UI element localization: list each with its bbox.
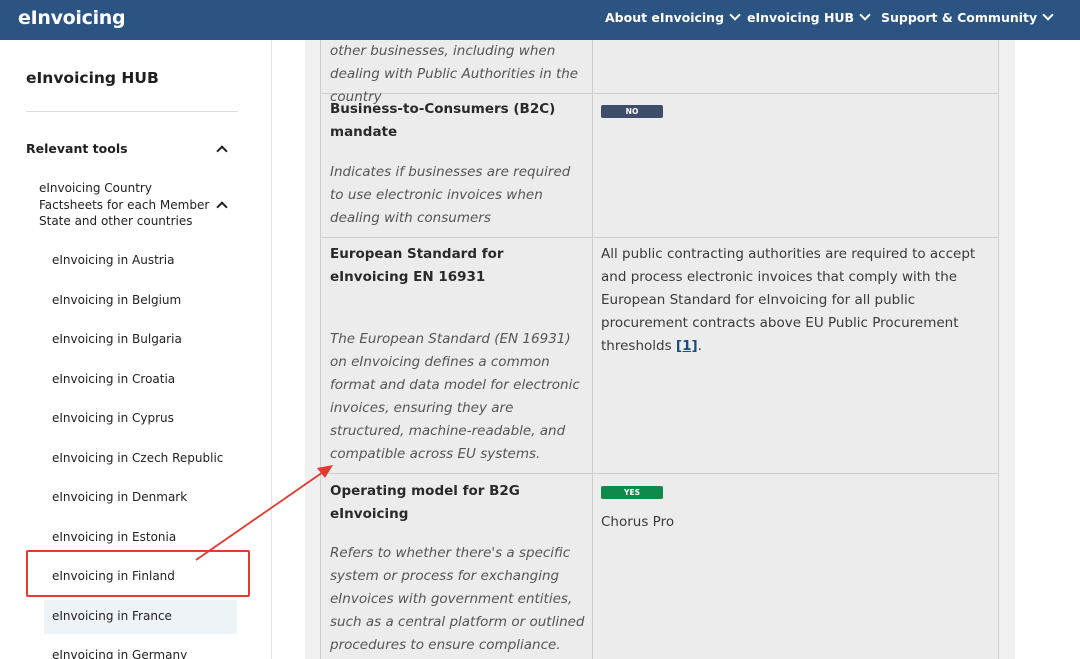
chevron-down-icon (1042, 9, 1054, 21)
nav-label: eInvoicing HUB (747, 10, 855, 25)
site-logo[interactable]: eInvoicing (18, 7, 126, 29)
row-title-b2c-mandate: Business-to-Consumers (B2C) mandate (330, 101, 556, 140)
chevron-down-icon (729, 9, 741, 21)
annotation-highlight-box (26, 550, 250, 597)
row-description: Indicates if businesses are required to … (330, 164, 571, 226)
nav-einvoicing-hub[interactable]: eInvoicing HUB (747, 9, 871, 30)
sidebar-item-cyprus[interactable]: eInvoicing in Cyprus (52, 411, 174, 425)
row-title-b2g-operating-model: Operating model for B2G eInvoicing (330, 483, 520, 522)
status-badge-yes: YES (601, 486, 663, 499)
sidebar-item-germany[interactable]: eInvoicing in Germany (52, 648, 187, 659)
table-row-divider (320, 473, 999, 474)
nav-support-community[interactable]: Support & Community (881, 9, 1054, 30)
sidebar-subsection-country-factsheets[interactable]: eInvoicing Country Factsheets for each M… (39, 180, 214, 230)
row-title-en16931: European Standard for eInvoicing EN 1693… (330, 246, 504, 285)
table-border (998, 40, 999, 659)
row-description: Refers to whether there's a specific sys… (330, 545, 585, 653)
sidebar-section-relevant-tools[interactable]: Relevant tools (26, 141, 128, 156)
chevron-down-icon (859, 9, 871, 21)
nav-label: Support & Community (881, 10, 1038, 25)
sidebar-item-belgium[interactable]: eInvoicing in Belgium (52, 293, 181, 307)
sidebar-item-croatia[interactable]: eInvoicing in Croatia (52, 372, 175, 386)
top-navbar: eInvoicing About eInvoicing eInvoicing H… (0, 0, 1080, 40)
sidebar-item-denmark[interactable]: eInvoicing in Denmark (52, 490, 187, 504)
value-text: All public contracting authorities are r… (601, 246, 976, 354)
row-value-en16931: All public contracting authorities are r… (601, 246, 976, 354)
row-description: The European Standard (EN 16931) on eInv… (330, 331, 580, 462)
sidebar-divider (26, 111, 238, 112)
row-value-b2g-operating-model: Chorus Pro (601, 514, 675, 530)
sidebar-title: eInvoicing HUB (26, 69, 159, 87)
sidebar-item-czech-republic[interactable]: eInvoicing in Czech Republic (52, 451, 223, 465)
chevron-up-icon[interactable] (216, 201, 228, 213)
sidebar-item-france[interactable]: eInvoicing in France (52, 609, 172, 623)
sidebar-item-austria[interactable]: eInvoicing in Austria (52, 253, 174, 267)
sidebar-item-estonia[interactable]: eInvoicing in Estonia (52, 530, 176, 544)
nav-about-einvoicing[interactable]: About eInvoicing (605, 9, 741, 30)
nav-label: About eInvoicing (605, 10, 725, 25)
table-row-divider (320, 237, 999, 238)
table-column-divider (592, 40, 593, 659)
chevron-up-icon[interactable] (216, 145, 228, 157)
sidebar-item-bulgaria[interactable]: eInvoicing in Bulgaria (52, 332, 182, 346)
table-border (320, 40, 321, 659)
footnote-link[interactable]: [1] (676, 338, 698, 354)
status-badge-no: NO (601, 105, 663, 118)
